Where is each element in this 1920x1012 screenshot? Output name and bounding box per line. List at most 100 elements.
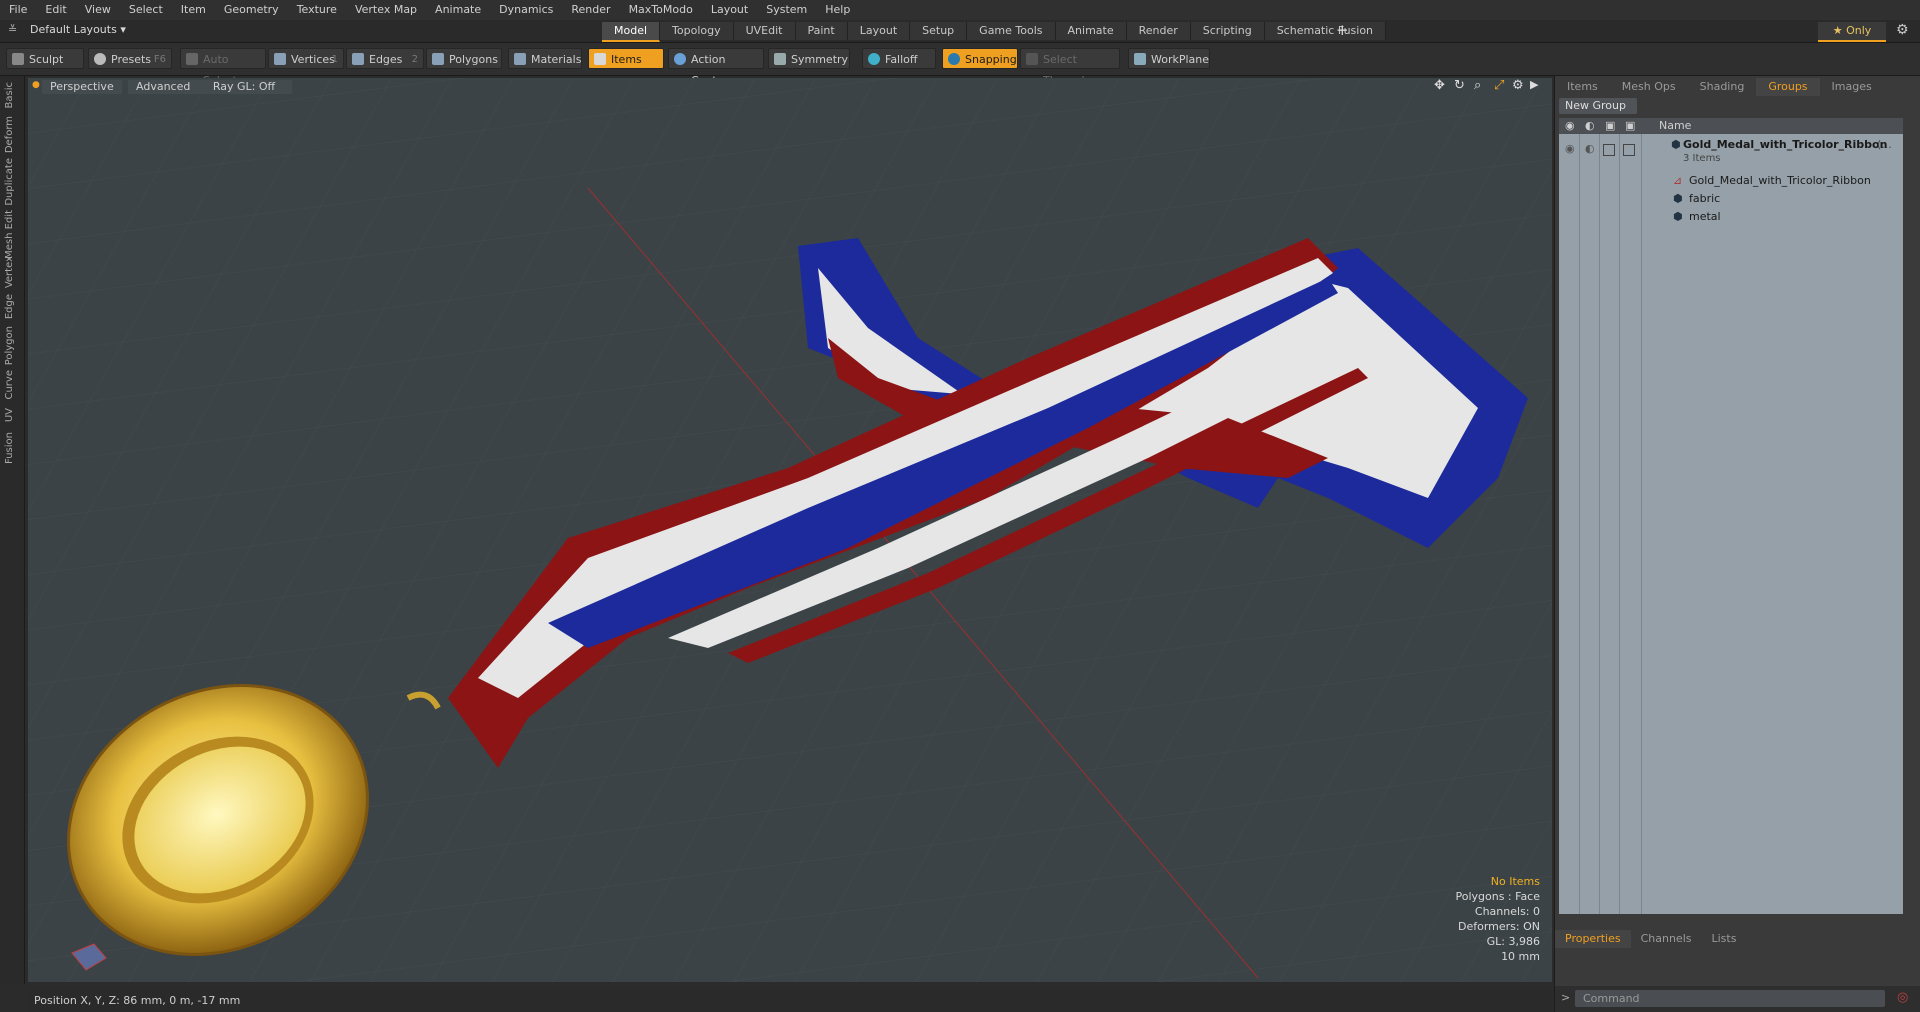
left-tab-deform[interactable]: Deform [4,116,20,153]
panel-tab-mesh-ops[interactable]: Mesh Ops [1610,78,1688,96]
tab-uvedit[interactable]: UVEdit [733,22,796,40]
menu-vertex-map[interactable]: Vertex Map [346,0,426,20]
bottom-tab-properties[interactable]: Properties [1555,930,1631,948]
viewport-settings-icon[interactable]: ⚙ [1512,78,1524,93]
tab-setup[interactable]: Setup [910,22,968,40]
status-bar: Position X, Y, Z: 86 mm, 0 m, -17 mm [28,990,1552,1012]
mesh-icon: ⊿ [1673,174,1683,187]
render-toggle-icon[interactable]: ◐ [1585,140,1595,158]
select-through-button[interactable]: Select Through [1020,48,1120,87]
child-row[interactable]: ⊿ Gold_Medal_with_Tricolor_Ribbon [1559,172,1903,190]
groups-table: ◉ ◐ ▣ ▣ Name ◉ ◐ ⬢ Gold_Medal_with_Trico… [1559,118,1903,914]
symmetry-button[interactable]: Symmetry [768,48,850,69]
material-icon: ⬢ [1673,192,1683,205]
edges-button[interactable]: Edges 2 [346,48,424,69]
group-name-suffix: (... [1877,138,1892,151]
tab-schematic-fusion[interactable]: Schematic Fusion [1264,22,1387,40]
layout-dropdown[interactable]: Default Layouts ▾ [30,23,126,36]
polygons-button[interactable]: Polygons [426,48,502,69]
zoom-icon[interactable]: ⌕ [1474,78,1481,93]
panel-tab-shading[interactable]: Shading [1688,78,1757,96]
add-tab-icon[interactable]: + [1336,21,1349,39]
menu-select[interactable]: Select [120,0,172,20]
gear-icon[interactable]: ⚙ [1896,22,1909,38]
menu-maxtomodo[interactable]: MaxToModo [620,0,702,20]
workplane-button[interactable]: WorkPlane [1128,48,1210,69]
pan-icon[interactable]: ✥ [1434,78,1445,93]
items-icon [594,53,606,65]
action-center-icon [674,53,686,65]
left-tab-fusion[interactable]: Fusion [4,432,20,464]
left-tab-curve[interactable]: Curve [4,370,20,400]
tab-model[interactable]: Model [602,22,661,42]
tab-scripting[interactable]: Scripting [1190,22,1265,40]
command-row: > Command ◎ [1555,986,1920,1012]
panel-tab-items[interactable]: Items [1555,78,1610,96]
shading-mode-dropdown[interactable]: Advanced [128,80,204,94]
menu-view[interactable]: View [76,0,120,20]
bottom-tab-lists[interactable]: Lists [1702,930,1747,948]
left-tab-duplicate[interactable]: Duplicate [4,158,20,206]
menu-texture[interactable]: Texture [288,0,346,20]
left-tool-strip: Basic Deform Duplicate Mesh Edit Vertex Edge P… [0,76,25,984]
left-tab-polygon[interactable]: Polygon [4,326,20,365]
command-input[interactable]: Command [1575,990,1885,1007]
menu-file[interactable]: File [0,0,36,20]
maximize-icon[interactable]: ⤢ [1494,78,1504,93]
record-icon[interactable]: ◎ [1897,990,1908,1005]
left-tab-vertex[interactable]: Vertex [4,256,20,288]
tab-render[interactable]: Render [1126,22,1191,40]
snapping-button[interactable]: Snapping [942,48,1018,69]
vertices-button[interactable]: Vertices 1 [268,48,344,69]
menu-animate[interactable]: Animate [426,0,490,20]
select-checkbox[interactable] [1623,144,1635,156]
sculpt-button[interactable]: Sculpt [6,48,84,69]
view-dropdown[interactable]: Perspective [42,80,122,94]
left-tab-basic[interactable]: Basic [4,82,20,108]
left-tab-uv[interactable]: UV [4,408,20,422]
tab-game-tools[interactable]: Game Tools [967,22,1056,40]
panel-tab-groups[interactable]: Groups [1756,78,1820,96]
raygl-toggle[interactable]: Ray GL: Off [196,80,292,94]
material-icon: ⬢ [1673,210,1683,223]
menu-geometry[interactable]: Geometry [215,0,288,20]
select-header-icon: ▣ [1625,119,1636,132]
menu-render[interactable]: Render [562,0,619,20]
name-column-header: Name [1659,119,1692,132]
tab-animate[interactable]: Animate [1055,22,1127,40]
left-tab-mesh-edit[interactable]: Mesh Edit [4,210,20,259]
only-button[interactable]: ★ Only [1818,22,1886,42]
viewport-menu-icon[interactable]: ● [32,80,40,90]
auto-select-icon [186,53,198,65]
action-center-button[interactable]: Action Center [668,48,764,87]
panel-tab-images[interactable]: Images [1820,78,1884,96]
rotate-icon[interactable]: ↻ [1454,78,1465,93]
lock-checkbox[interactable] [1603,144,1615,156]
layout-collapse-icon[interactable]: ≚ [8,23,17,36]
menu-layout[interactable]: Layout [702,0,757,20]
materials-button[interactable]: Materials [508,48,582,69]
menu-edit[interactable]: Edit [36,0,75,20]
menu-item[interactable]: Item [172,0,215,20]
menu-system[interactable]: System [757,0,816,20]
new-group-button[interactable]: New Group [1559,98,1637,114]
auto-select-button[interactable]: Auto Select [180,48,266,87]
child-row[interactable]: ⬢ metal [1559,208,1903,226]
group-row[interactable]: ◉ ◐ ⬢ Gold_Medal_with_Tricolor_Ribbon (.… [1559,136,1903,168]
falloff-button[interactable]: Falloff [862,48,936,69]
items-button[interactable]: Items [588,48,664,69]
3d-viewport[interactable]: ● Perspective Advanced Ray GL: Off ✥ ↻ ⌕… [28,78,1552,982]
menu-help[interactable]: Help [816,0,859,20]
menu-dynamics[interactable]: Dynamics [490,0,562,20]
tab-paint[interactable]: Paint [795,22,848,40]
left-tab-edge[interactable]: Edge [4,294,20,319]
tab-topology[interactable]: Topology [660,22,734,40]
viewport-info: No Items Polygons : Face Channels: 0 Def… [1455,874,1540,964]
visibility-toggle-icon[interactable]: ◉ [1565,140,1575,158]
child-row[interactable]: ⬢ fabric [1559,190,1903,208]
tab-layout[interactable]: Layout [847,22,911,40]
presets-button[interactable]: Presets F6 [88,48,172,69]
bottom-tab-channels[interactable]: Channels [1631,930,1702,948]
viewport-expand-icon[interactable]: ▶ [1530,78,1538,91]
group-count: 3 Items [1683,153,1721,164]
